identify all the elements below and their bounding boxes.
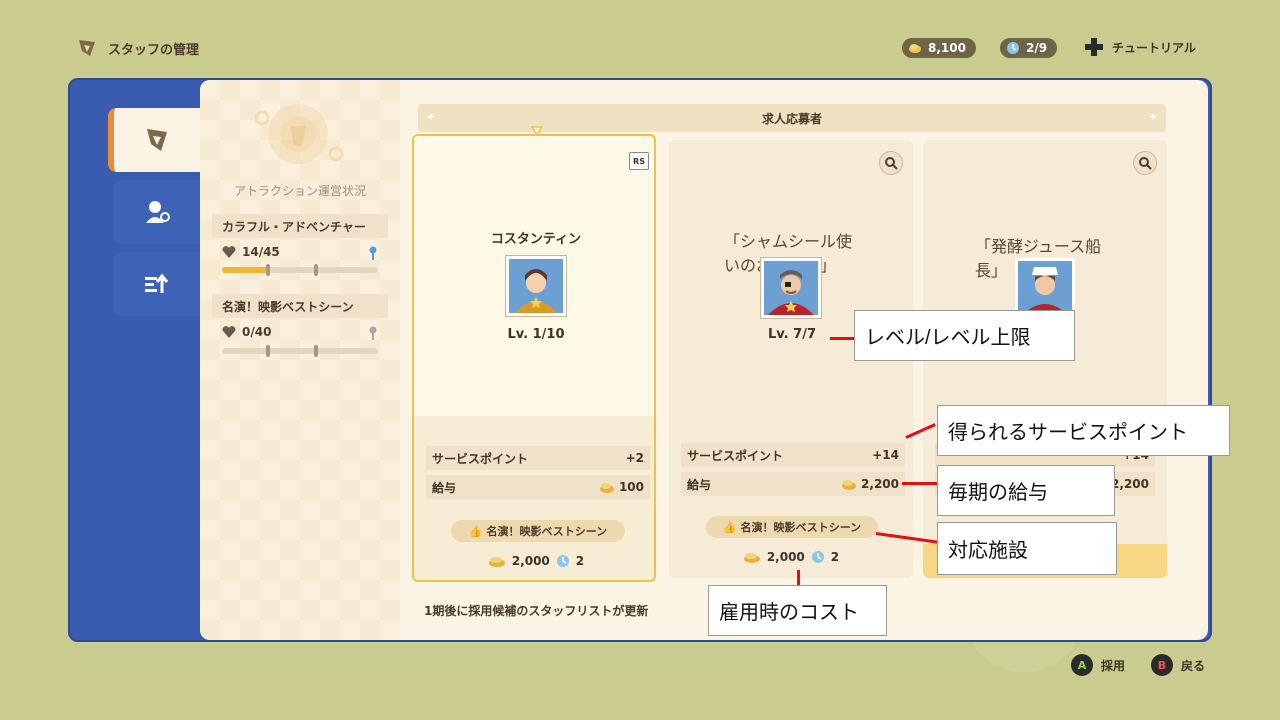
portrait-image: [509, 259, 563, 313]
service-point-label: サービスポイント: [687, 448, 784, 463]
attraction-service-value: 14/45: [242, 245, 280, 259]
screen-title: スタッフの管理: [76, 36, 199, 60]
money-counter: 8,100: [902, 38, 976, 58]
attraction-service-value: 0/40: [242, 325, 272, 339]
annotation-line: [902, 482, 938, 485]
portrait-image: [1018, 261, 1072, 310]
clock-icon: [811, 551, 824, 563]
period-value: 2/9: [1026, 41, 1048, 55]
staff-manage-icon: [79, 40, 95, 56]
section-title-text: 求人応募者: [761, 111, 822, 126]
hire-cost-period: 2: [575, 554, 585, 568]
facility-name: 名演！映影ベストシーン: [740, 521, 862, 534]
annotation-cost: 雇用時のコスト: [708, 585, 887, 636]
hire-button[interactable]: A 採用: [1071, 654, 1125, 676]
hire-cost: 2,000 2: [412, 554, 660, 568]
salary-label: 給与: [432, 480, 457, 495]
magnify-icon[interactable]: [879, 151, 903, 175]
hire-cost-period: 2: [830, 550, 840, 564]
progress-tick: [314, 264, 318, 276]
sort-up-icon: [145, 273, 169, 293]
annotation-salary: 毎期の給与: [937, 465, 1115, 516]
coin-icon: [488, 557, 505, 567]
attraction-name: 名演！映影ベストシーン: [212, 294, 388, 318]
applicant-level: Lv. 7/7: [767, 327, 816, 342]
attraction-progress: [222, 345, 378, 357]
annotation-line: [830, 337, 854, 340]
applicant-portrait: [761, 258, 821, 318]
heart-icon: [222, 326, 236, 338]
salary-value: 100: [618, 480, 644, 494]
coin-icon: [842, 480, 857, 490]
hire-cost: 2,000 2: [669, 550, 913, 564]
annotation-service: 得られるサービスポイント: [937, 405, 1230, 456]
back-label: 戻る: [1181, 658, 1206, 673]
hire-cost-money: 2,000: [511, 554, 550, 568]
coin-icon: [909, 44, 921, 53]
salary-row: 給与 100: [426, 475, 650, 499]
sparkle-icon: ✦: [426, 110, 437, 124]
tutorial-button[interactable]: チュートリアル: [1084, 37, 1196, 57]
park-emblem-icon: [254, 104, 344, 164]
annotation-facility: 対応施設: [937, 522, 1117, 575]
attraction-status-title: アトラクション運営状況: [233, 184, 366, 198]
staff-manage-icon: [147, 129, 167, 151]
tutorial-label: チュートリアル: [1112, 40, 1196, 55]
service-point-value: +2: [625, 451, 644, 465]
tab-staff-skills[interactable]: [114, 180, 200, 244]
b-button-icon: B: [1151, 654, 1173, 676]
person-gear-icon: [146, 201, 170, 223]
tab-staff-upgrade[interactable]: [114, 252, 200, 316]
progress-fill: [222, 267, 271, 273]
salary-value: 2,200: [861, 477, 899, 491]
applicant-portrait: [1015, 258, 1075, 310]
annotation-level: レベル/レベル上限: [854, 310, 1075, 361]
coin-icon: [599, 483, 614, 493]
a-button-icon: A: [1071, 654, 1093, 676]
salary-value: 2,200: [1111, 477, 1149, 491]
progress-tick: [266, 345, 270, 357]
facility-name: 名演！映影ベストシーン: [486, 525, 608, 538]
clock-icon: [1007, 42, 1019, 54]
facility-tag: 👍 名演！映影ベストシーン: [451, 520, 625, 542]
progress-tick: [266, 264, 270, 276]
attraction-service: 14/45: [222, 245, 280, 259]
dpad-icon: [1085, 38, 1103, 56]
thumbs-up-icon: 👍: [468, 524, 483, 538]
hire-cost-money: 2,000: [766, 550, 805, 564]
hire-label: 採用: [1101, 658, 1126, 673]
heart-icon: [222, 246, 236, 258]
salary-row: 給与 2,200: [681, 472, 905, 496]
refresh-note: 1期後に採用候補のスタッフリストが更新: [424, 604, 649, 618]
service-point-row: サービスポイント +14: [681, 443, 905, 467]
period-counter: 2/9: [1000, 38, 1058, 58]
applicant-card[interactable]: [412, 134, 656, 582]
attraction-progress: [222, 264, 378, 276]
portrait-image: [764, 261, 818, 315]
service-point-label: サービスポイント: [432, 451, 529, 466]
service-point-row: サービスポイント +2: [426, 446, 650, 470]
attraction-name: カラフル・アドベンチャー: [212, 214, 388, 238]
back-button[interactable]: B 戻る: [1151, 654, 1205, 676]
attraction-service: 0/40: [222, 325, 271, 339]
service-point-value: +14: [872, 448, 899, 462]
salary-label: 給与: [687, 477, 712, 492]
screen-title-text: スタッフの管理: [108, 42, 200, 58]
thumbs-up-icon: 👍: [722, 520, 737, 534]
annotation-line: [797, 570, 800, 586]
rs-badge: RS: [629, 152, 649, 170]
sparkle-icon: ✦: [1147, 110, 1158, 124]
coin-icon: [743, 553, 760, 563]
applicant-name: コスタンティン: [490, 232, 582, 247]
money-value: 8,100: [928, 41, 966, 55]
tab-staff-manage[interactable]: [108, 108, 200, 172]
clock-icon: [556, 555, 569, 567]
key-icon: [369, 326, 377, 340]
magnify-icon[interactable]: [1133, 151, 1157, 175]
key-icon: [369, 246, 377, 260]
applicant-level: Lv. 1/10: [507, 327, 565, 342]
applicant-portrait: [506, 256, 566, 316]
progress-tick: [314, 345, 318, 357]
facility-tag: 👍 名演！映影ベストシーン: [706, 516, 878, 538]
